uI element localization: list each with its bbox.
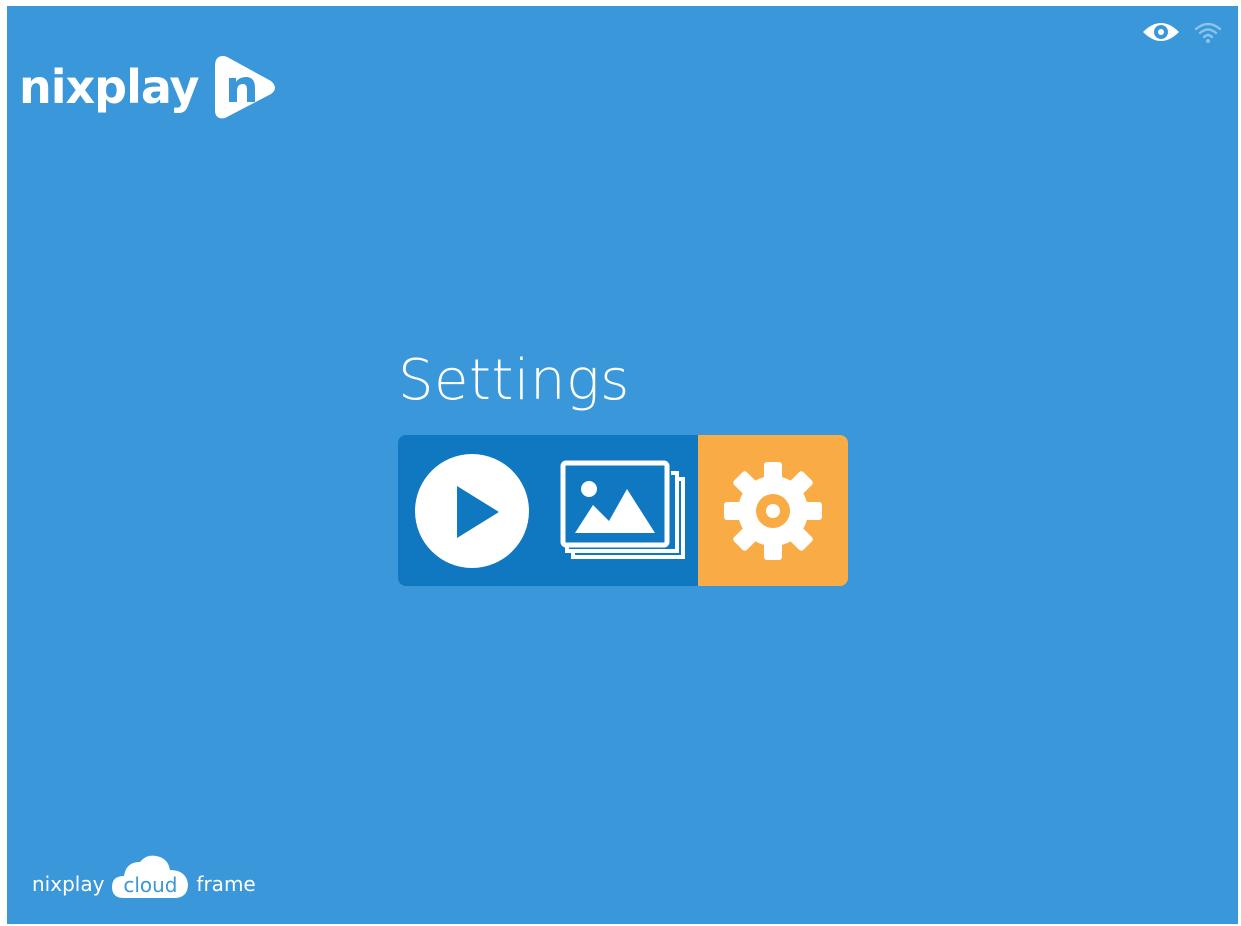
gear-icon: [720, 458, 826, 564]
menu-title: Settings: [398, 348, 630, 413]
nixplay-n-icon: [213, 52, 279, 122]
main-menu: Settings: [398, 353, 848, 586]
nixplay-logo: nixplay: [19, 52, 279, 122]
brand-suffix: frame: [196, 872, 256, 896]
play-button[interactable]: [398, 435, 546, 586]
settings-button[interactable]: [698, 435, 848, 586]
brand-cloud-label: cloud: [123, 873, 178, 897]
logo-text: nixplay: [19, 60, 199, 114]
photos-button[interactable]: [546, 435, 698, 586]
menu-unselected-group: [398, 435, 698, 586]
cloud-icon: cloud: [110, 852, 190, 898]
eye-icon: [1142, 20, 1180, 44]
menu-bar: [398, 435, 848, 586]
screen: nixplay Settings nixplay cloud frame: [7, 6, 1238, 924]
wifi-icon: [1194, 20, 1222, 44]
status-bar: [1142, 20, 1222, 44]
play-icon: [413, 452, 531, 570]
nixplay-cloud-frame-brand: nixplay cloud frame: [32, 852, 256, 898]
photos-icon: [559, 459, 685, 563]
brand-prefix: nixplay: [32, 872, 105, 896]
